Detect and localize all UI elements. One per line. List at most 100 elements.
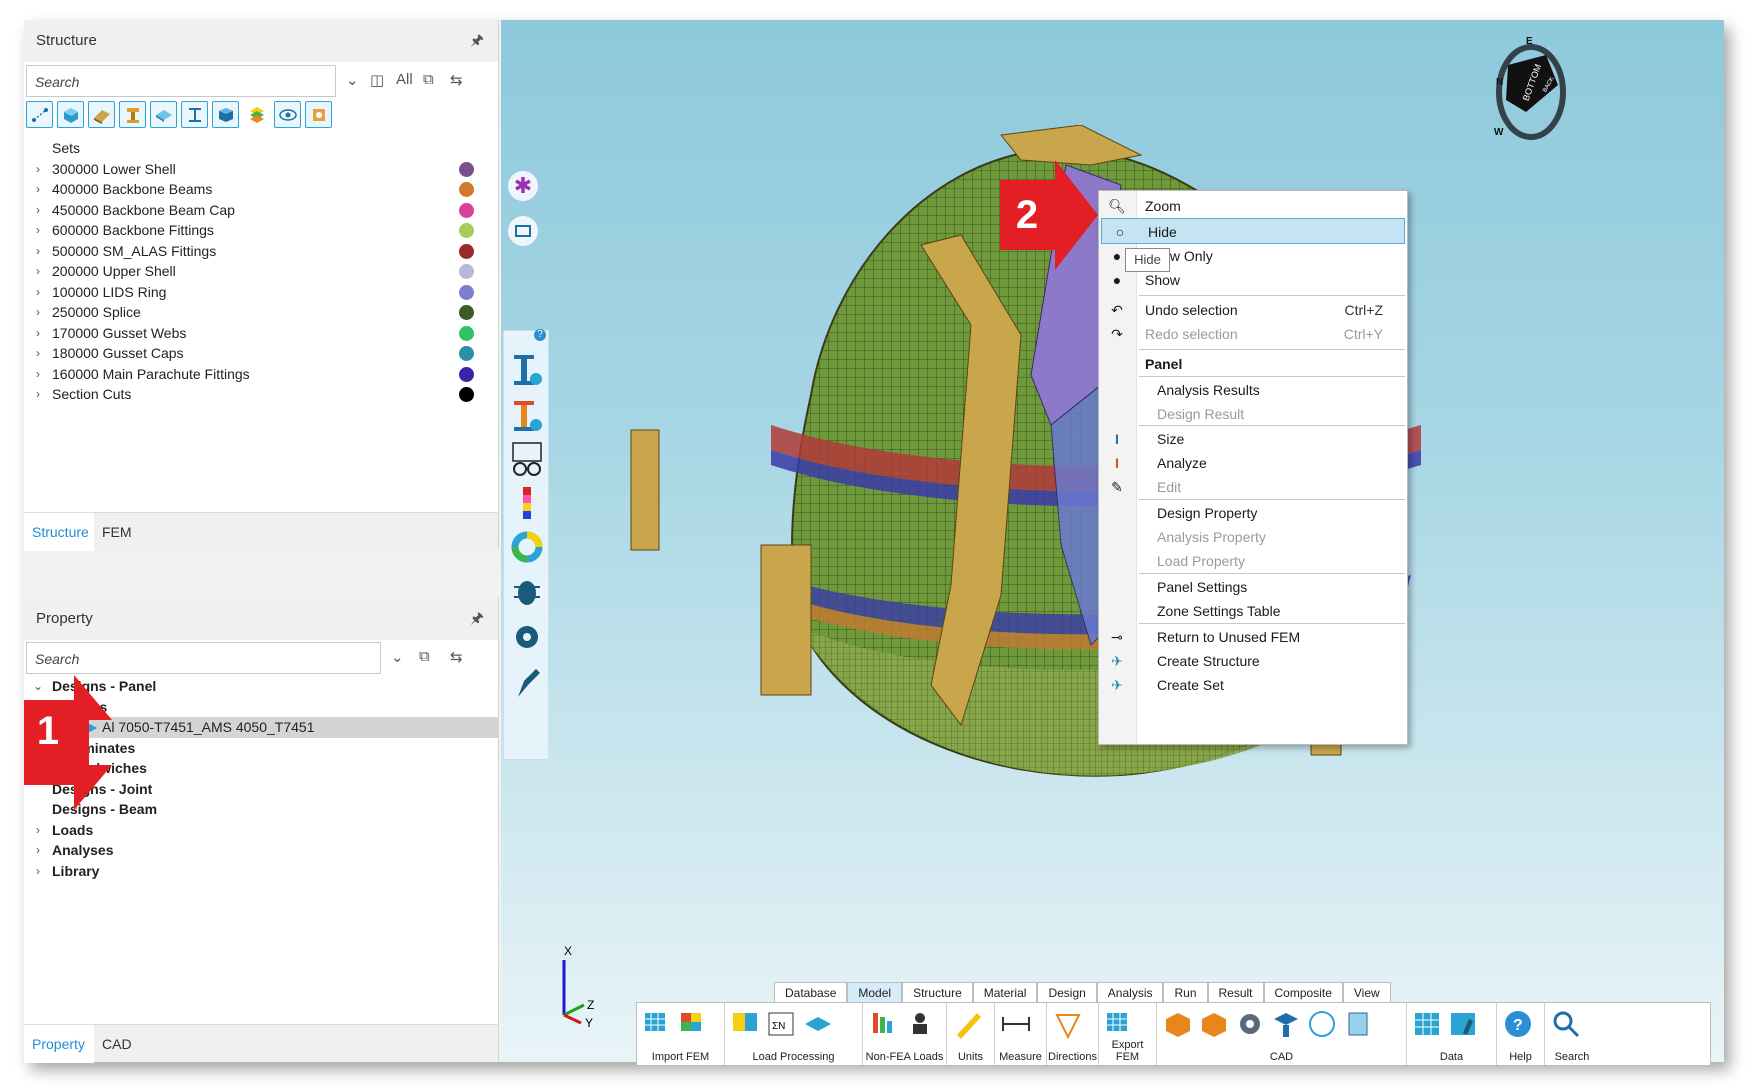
- donut-chart-icon[interactable]: [510, 527, 544, 567]
- tab-property[interactable]: Property: [24, 1025, 94, 1063]
- box-icon[interactable]: [212, 101, 239, 128]
- tree-node-library[interactable]: › Library: [24, 861, 498, 882]
- tree-node-set[interactable]: › 160000 Main Parachute Fittings: [24, 364, 498, 385]
- chevron-right-icon[interactable]: ›: [32, 343, 44, 364]
- chevron-right-icon[interactable]: ›: [32, 159, 44, 180]
- menu-item-analyze[interactable]: I Analyze: [1099, 450, 1407, 476]
- glasses-icon[interactable]: [510, 439, 544, 479]
- structure-search-input[interactable]: Search: [26, 65, 336, 97]
- tree-node-set[interactable]: › 450000 Backbone Beam Cap: [24, 200, 498, 221]
- chevron-right-icon[interactable]: ›: [32, 261, 44, 282]
- chevron-right-icon[interactable]: ›: [32, 302, 44, 323]
- color-swatch[interactable]: [459, 325, 474, 341]
- ribbon-group-cad[interactable]: CAD: [1157, 1003, 1407, 1065]
- menu-item-create-structure[interactable]: ✈ Create Structure: [1099, 648, 1407, 674]
- menu-item-undo-selection[interactable]: ↶ Undo selection Ctrl+Z: [1099, 297, 1407, 323]
- tree-node-set[interactable]: Sets: [24, 138, 498, 159]
- tree-node-set[interactable]: › 180000 Gusset Caps: [24, 343, 498, 364]
- panel-icon[interactable]: [88, 101, 115, 128]
- i-beam-icon[interactable]: [181, 101, 208, 128]
- tab-structure[interactable]: Structure: [24, 513, 94, 551]
- color-swatch[interactable]: [459, 202, 474, 218]
- menu-item-load-property[interactable]: Load Property: [1099, 548, 1407, 574]
- menu-item-create-set[interactable]: ✈ Create Set: [1099, 672, 1407, 698]
- ribbon-tab[interactable]: View: [1342, 982, 1391, 1002]
- help-badge-icon[interactable]: ?: [534, 329, 546, 341]
- ribbon-group-non-fea-loads[interactable]: Non-FEA Loads: [863, 1003, 947, 1065]
- ribbon-group-export-fem[interactable]: Export FEM: [1099, 1003, 1157, 1065]
- beam-icon[interactable]: [119, 101, 146, 128]
- ribbon-group-units[interactable]: Units: [947, 1003, 995, 1065]
- menu-item-hide[interactable]: ○ Hide: [1101, 218, 1405, 244]
- copy-icon[interactable]: ⧉: [419, 648, 430, 665]
- color-swatch[interactable]: [459, 284, 474, 300]
- menu-item-panel-settings[interactable]: Panel Settings: [1099, 574, 1407, 600]
- menu-item-redo-selection[interactable]: ↷ Redo selection Ctrl+Y: [1099, 321, 1407, 347]
- menu-item-design-result[interactable]: Design Result: [1099, 401, 1407, 427]
- plate-icon[interactable]: [150, 101, 177, 128]
- bug-icon[interactable]: [510, 571, 544, 611]
- pen-icon[interactable]: [510, 663, 544, 703]
- settings-gear-icon[interactable]: [510, 617, 544, 657]
- settings-cube-icon[interactable]: [305, 101, 332, 128]
- filter-all-label[interactable]: All: [396, 71, 413, 88]
- tab-fem[interactable]: FEM: [94, 513, 140, 551]
- tree-node-loads[interactable]: › Loads: [24, 820, 498, 841]
- tree-node-set[interactable]: › 600000 Backbone Fittings: [24, 220, 498, 241]
- size-icon[interactable]: [510, 349, 544, 389]
- chevron-right-icon[interactable]: ›: [32, 220, 44, 241]
- chevron-right-icon[interactable]: ›: [32, 200, 44, 221]
- chevron-right-icon[interactable]: ›: [32, 364, 44, 385]
- tree-node-set[interactable]: › 250000 Splice: [24, 302, 498, 323]
- joint-icon[interactable]: [26, 101, 53, 128]
- ribbon-group-import-fem[interactable]: Import FEM: [637, 1003, 725, 1065]
- cube-filter-icon[interactable]: ◫: [370, 71, 384, 89]
- color-swatch[interactable]: [459, 305, 474, 320]
- rectangle-select-icon[interactable]: [507, 215, 539, 247]
- tree-node-set[interactable]: › 300000 Lower Shell: [24, 159, 498, 180]
- chevron-down-icon[interactable]: ⌄: [346, 71, 359, 89]
- ribbon-tab[interactable]: Run: [1163, 982, 1208, 1002]
- menu-item-design-property[interactable]: Design Property: [1099, 500, 1407, 526]
- ribbon-group-load-processing[interactable]: ΣN Load Processing: [725, 1003, 863, 1065]
- color-swatch[interactable]: [459, 346, 474, 361]
- color-swatch[interactable]: [459, 223, 474, 238]
- visibility-icon[interactable]: [274, 101, 301, 128]
- tree-node-set[interactable]: › 500000 SM_ALAS Fittings: [24, 241, 498, 262]
- color-swatch[interactable]: [459, 182, 474, 197]
- chevron-right-icon[interactable]: ›: [32, 282, 44, 303]
- ribbon-group-help[interactable]: ? Help: [1497, 1003, 1545, 1065]
- pin-icon[interactable]: 🖈︎: [470, 20, 484, 62]
- solid-icon[interactable]: [57, 101, 84, 128]
- menu-item-analysis-property[interactable]: Analysis Property: [1099, 524, 1407, 550]
- ribbon-tab[interactable]: Material: [972, 982, 1038, 1002]
- pin-icon[interactable]: 🖈︎: [470, 598, 484, 640]
- ribbon-tab[interactable]: Result: [1207, 982, 1264, 1002]
- menu-item-zone-settings-table[interactable]: Zone Settings Table: [1099, 598, 1407, 624]
- color-swatch[interactable]: [459, 366, 474, 382]
- ribbon-tab[interactable]: Database: [774, 982, 848, 1002]
- ribbon-group-data[interactable]: Data: [1407, 1003, 1497, 1065]
- chevron-right-icon[interactable]: ›: [32, 179, 44, 200]
- menu-item-edit[interactable]: ✎ Edit: [1099, 474, 1407, 500]
- tree-node-set[interactable]: › 400000 Backbone Beams: [24, 179, 498, 200]
- swap-icon[interactable]: ⇆: [450, 71, 463, 89]
- ribbon-tab[interactable]: Structure: [902, 982, 973, 1002]
- chevron-down-icon[interactable]: ⌄: [391, 648, 404, 666]
- ribbon-group-search[interactable]: Search: [1545, 1003, 1599, 1065]
- tree-node-set[interactable]: › 170000 Gusset Webs: [24, 323, 498, 344]
- color-swatch[interactable]: [459, 243, 474, 259]
- tree-node-material-selected[interactable]: Al 7050-T7451_AMS 4050_T7451: [76, 717, 498, 738]
- color-scale-icon[interactable]: [510, 483, 544, 523]
- color-swatch[interactable]: [459, 161, 474, 177]
- tree-node-analyses[interactable]: › Analyses: [24, 840, 498, 861]
- analyze-icon[interactable]: [510, 395, 544, 435]
- ribbon-tab[interactable]: Design: [1037, 982, 1097, 1002]
- tab-cad[interactable]: CAD: [94, 1025, 140, 1063]
- ribbon-group-directions[interactable]: Directions: [1047, 1003, 1099, 1065]
- menu-item-size[interactable]: I Size: [1099, 426, 1407, 452]
- tree-node-set[interactable]: › Section Cuts: [24, 384, 498, 405]
- chevron-right-icon[interactable]: ›: [32, 323, 44, 344]
- chevron-right-icon[interactable]: ›: [32, 384, 44, 405]
- menu-item-analysis-results[interactable]: Analysis Results: [1099, 377, 1407, 403]
